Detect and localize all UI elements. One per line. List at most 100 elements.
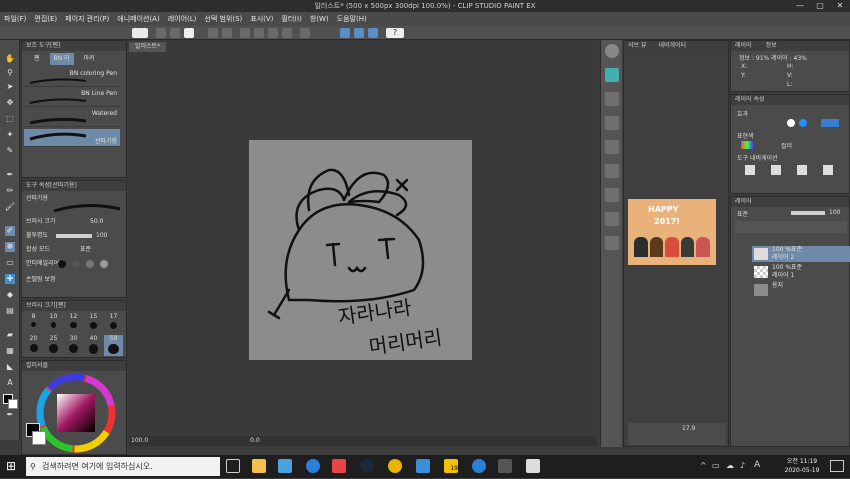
brush-size-cell[interactable]: 10 <box>44 313 63 334</box>
crop-icon[interactable] <box>254 28 264 38</box>
operation-icon[interactable]: ➤ <box>5 82 15 92</box>
reference-image[interactable]: HAPPY 2017! <box>628 199 716 265</box>
sub-color-box[interactable] <box>32 431 46 445</box>
move-hand-icon[interactable]: ✋ <box>5 54 15 64</box>
clock[interactable]: 오전 11:19 2020-05-19 <box>782 457 822 475</box>
steam-icon[interactable] <box>360 459 374 473</box>
nav-tool-4-icon[interactable] <box>823 165 833 175</box>
brush-size-cell[interactable]: 17 <box>104 313 123 334</box>
text-icon[interactable]: A <box>5 378 15 388</box>
navigator-icon[interactable] <box>605 188 619 202</box>
brush-size-cell[interactable]: 12 <box>64 313 83 334</box>
blend-mode-select[interactable]: 표준 <box>80 245 91 255</box>
clip-paint-icon[interactable] <box>526 459 540 473</box>
windows-start-icon[interactable]: ⊞ <box>6 459 20 473</box>
brush-size-cell[interactable]: 40 <box>84 335 103 356</box>
mail-icon[interactable] <box>416 459 430 473</box>
nav-tool-1-icon[interactable] <box>745 165 755 175</box>
transform-icon[interactable] <box>240 28 250 38</box>
store-icon[interactable] <box>278 459 292 473</box>
ime-indicator[interactable]: A <box>754 460 760 470</box>
menu-view[interactable]: 표시(V) <box>250 14 273 24</box>
property-icon[interactable] <box>605 164 619 178</box>
layer-blend-mode[interactable]: 표준 <box>737 209 748 218</box>
app-red-icon[interactable] <box>332 459 346 473</box>
menu-edit[interactable]: 편집(E) <box>34 14 57 24</box>
zoom-value[interactable]: 100.0 <box>131 437 148 444</box>
history-icon[interactable] <box>605 140 619 154</box>
brush-item-selected[interactable]: 선따기용 <box>24 129 120 147</box>
aa-mid-option[interactable] <box>86 260 94 268</box>
volume-icon[interactable]: ♪ <box>740 461 745 470</box>
app-logo-icon[interactable] <box>132 28 148 38</box>
selection-icon[interactable]: ⬚ <box>5 114 15 124</box>
help-icon[interactable]: ? <box>386 28 404 38</box>
tab-subview[interactable]: 서브 뷰 <box>628 41 646 51</box>
brush-size-cell[interactable]: 25 <box>44 335 63 356</box>
clip-studio-icon[interactable] <box>498 459 512 473</box>
nav-tool-2-icon[interactable] <box>771 165 781 175</box>
sub-color-swatch[interactable] <box>8 399 18 409</box>
layer-row[interactable]: 용지 <box>752 282 850 298</box>
tab-layer-info[interactable]: 레이어 <box>735 41 752 51</box>
brush-size-value[interactable]: 50.0 <box>90 217 103 227</box>
gradient-icon[interactable]: ▤ <box>5 306 15 316</box>
canvas-paper[interactable]: 자라나라 머리머리 <box>249 140 472 360</box>
brush-item[interactable]: BN Line Pen <box>24 89 120 107</box>
maximize-button[interactable]: ▢ <box>810 0 830 12</box>
new-file-icon[interactable] <box>156 28 166 38</box>
tab-pen[interactable]: 펜 <box>34 53 40 65</box>
ruler-panel-icon[interactable] <box>605 236 619 250</box>
chrome-icon[interactable] <box>388 459 402 473</box>
subview-icon[interactable] <box>605 212 619 226</box>
save-icon[interactable] <box>184 28 194 38</box>
special-ruler-icon[interactable] <box>368 28 378 38</box>
canvas-tab[interactable]: 일러스트* <box>129 42 167 52</box>
search-icon[interactable] <box>605 44 619 58</box>
undo-icon[interactable] <box>208 28 218 38</box>
pen-icon[interactable]: ✒ <box>5 170 15 180</box>
frame-icon[interactable]: ▦ <box>5 346 15 356</box>
brush-size-cell[interactable]: 15 <box>84 313 103 334</box>
fill-tool-icon[interactable]: ◆ <box>5 290 15 300</box>
brush-size-cell[interactable]: 8 <box>24 313 43 334</box>
effect-border-icon[interactable] <box>787 119 795 127</box>
redo-icon[interactable] <box>222 28 232 38</box>
brush-item[interactable]: Watered <box>24 109 120 127</box>
aa-weak-option[interactable] <box>72 260 80 268</box>
eraser-icon[interactable]: ▭ <box>5 258 15 268</box>
notification-icon[interactable] <box>830 460 844 472</box>
tab-navigator[interactable]: 내비게이터 <box>658 41 686 51</box>
menu-layer[interactable]: 레이어(L) <box>168 14 197 24</box>
move-layer-icon[interactable]: ✥ <box>5 98 15 108</box>
layer-opacity-value[interactable]: 100 <box>829 209 840 216</box>
ie-icon[interactable] <box>472 459 486 473</box>
color-panel-icon[interactable] <box>605 116 619 130</box>
menu-page[interactable]: 페이지 관리(P) <box>65 14 109 24</box>
aa-strong-option[interactable] <box>100 260 108 268</box>
decoration-icon[interactable]: ❋ <box>5 242 15 252</box>
tab-info[interactable]: 정보 <box>766 41 777 51</box>
expression-select[interactable]: 컬러 <box>781 141 792 150</box>
menu-window[interactable]: 창(W) <box>310 14 329 24</box>
zoom-icon[interactable]: ⚲ <box>5 68 15 78</box>
fill-icon[interactable] <box>282 28 292 38</box>
close-button[interactable]: ✕ <box>830 0 850 12</box>
cloud-icon[interactable]: ☁ <box>726 461 734 470</box>
effect-color-icon[interactable] <box>821 119 839 127</box>
menu-help[interactable]: 도움말(H) <box>337 14 367 24</box>
airbrush-icon[interactable]: ✐ <box>5 226 15 236</box>
brush-size-cell[interactable]: 50 <box>104 335 123 356</box>
layer-opacity-slider[interactable] <box>791 211 825 215</box>
effect-tone-icon[interactable] <box>799 119 807 127</box>
tab-marker[interactable]: 마커 <box>84 53 95 65</box>
brush-icon[interactable]: 🖌 <box>5 202 15 212</box>
layer-row-selected[interactable]: 100 %표준 레이어 2 <box>752 246 850 262</box>
brush-size-cell[interactable]: 20 <box>24 335 43 356</box>
taskbar-search-input[interactable]: ⚲ 검색하려면 여기에 입력하십시오. <box>26 457 220 476</box>
menu-selection[interactable]: 선택 범위(S) <box>204 14 242 24</box>
auto-select-icon[interactable]: ✦ <box>5 130 15 140</box>
opacity-value[interactable]: 100 <box>96 231 107 241</box>
kakao-icon[interactable]: 19 <box>444 459 458 473</box>
ruler-snap-icon[interactable] <box>340 28 350 38</box>
